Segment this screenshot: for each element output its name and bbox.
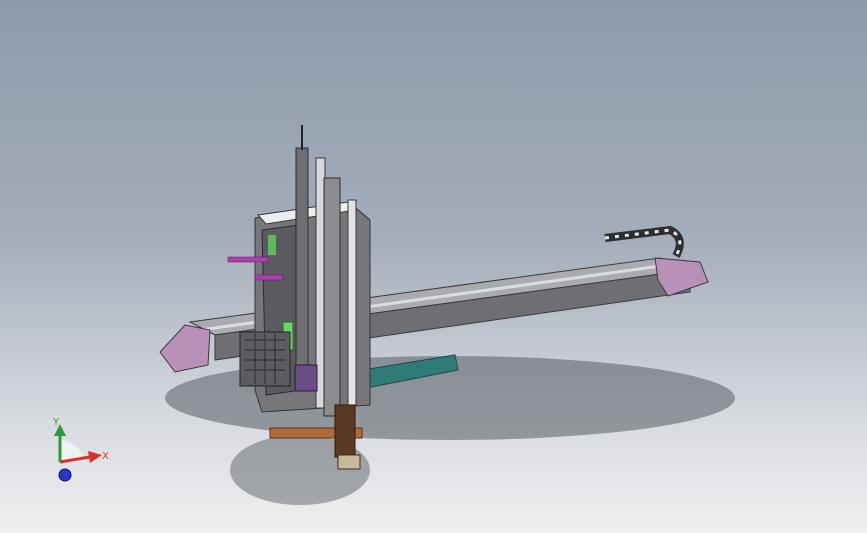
vertical-column-left [295, 147, 309, 389]
z-axis-dot [58, 468, 72, 482]
parts-tray [239, 331, 291, 387]
magenta-pin-2 [254, 274, 284, 281]
vertical-column-right [323, 177, 341, 417]
gripper-tip [337, 454, 361, 470]
magenta-pin-1 [227, 256, 269, 263]
green-bracket [268, 235, 276, 255]
x-axis-head [88, 451, 102, 463]
left-end-cap [159, 324, 211, 373]
y-axis-label: Y [53, 417, 60, 428]
3d-viewport[interactable]: Y X [0, 0, 867, 533]
guide-rod [347, 199, 357, 406]
purple-block [294, 364, 318, 392]
x-axis-label: X [102, 451, 109, 462]
gripper-arm [334, 404, 356, 458]
gantry-model[interactable] [0, 0, 867, 533]
cable-chain [604, 225, 684, 258]
